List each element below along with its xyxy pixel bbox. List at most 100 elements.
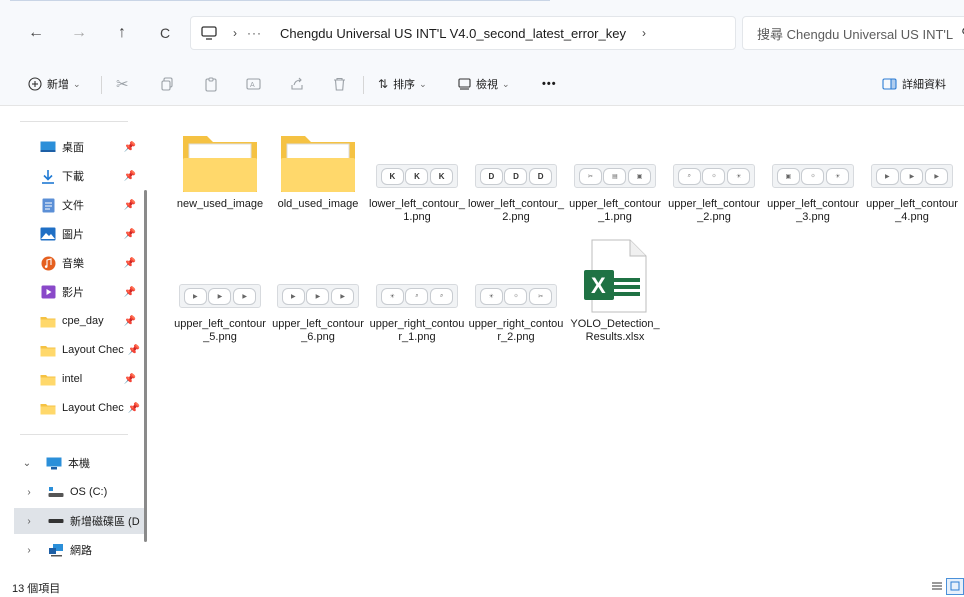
pin-icon[interactable]: 📌 xyxy=(124,258,136,269)
computer-icon xyxy=(46,455,62,471)
file-item-old-used-image[interactable]: K old_used_image xyxy=(270,116,366,236)
pin-icon[interactable]: 📌 xyxy=(124,142,136,153)
details-view-button[interactable] xyxy=(928,578,946,595)
sidebar-scrollbar[interactable] xyxy=(144,190,147,542)
key-cap: ☀ xyxy=(727,167,751,185)
sidebar-item-layout-check-1[interactable]: Layout Chec 📌 xyxy=(14,337,142,363)
cut-button[interactable]: ✂ xyxy=(116,70,134,98)
view-button[interactable]: 檢視 ⌄ xyxy=(458,70,510,98)
pin-icon[interactable]: 📌 xyxy=(124,316,136,327)
folder-icon xyxy=(40,313,56,329)
chevron-right-icon[interactable]: › xyxy=(233,26,237,40)
chevron-down-icon[interactable]: ⌄ xyxy=(20,458,34,469)
plus-circle-icon xyxy=(28,77,42,91)
file-name: upper_left_contour_3.png xyxy=(767,198,859,223)
sidebar-item-downloads[interactable]: 下載 📌 xyxy=(14,163,142,189)
key-cap: ⌕ xyxy=(430,287,454,305)
file-item-lower-left-contour-1[interactable]: K K K lower_left_contour_1.png xyxy=(369,116,465,236)
excel-icon-glyph: X xyxy=(591,273,606,298)
sidebar-item-desktop[interactable]: 桌面 📌 xyxy=(14,134,142,160)
sidebar-item-this-pc[interactable]: ⌄ 本機 xyxy=(14,450,142,476)
forward-button[interactable]: → xyxy=(65,20,93,46)
sidebar-item-music[interactable]: 音樂 📌 xyxy=(14,250,142,276)
file-item-upper-left-contour-1[interactable]: ✂ ▤ ▣ upper_left_contour_1.png xyxy=(567,116,663,236)
up-button[interactable]: ↑ xyxy=(108,20,136,46)
file-item-new-used-image[interactable]: K new_used_image xyxy=(172,116,268,236)
file-item-upper-right-contour-1[interactable]: ☀ ⌕ ⌕ upper_right_contour_1.png xyxy=(369,236,465,356)
sidebar-item-network[interactable]: › 網路 xyxy=(14,537,142,563)
pin-icon[interactable]: 📌 xyxy=(128,403,140,414)
search-input[interactable]: 搜尋 Chengdu Universal US INT'L xyxy=(757,24,953,43)
toolbar-divider xyxy=(363,76,364,94)
file-item-upper-left-contour-6[interactable]: ▶ ▶ ▶ upper_left_contour_6.png xyxy=(270,236,366,356)
pin-icon[interactable]: 📌 xyxy=(128,345,140,356)
file-name: upper_right_contour_2.png xyxy=(468,318,564,343)
sidebar-item-new-volume-d[interactable]: › 新增磁碟區 (D xyxy=(14,508,144,534)
copy-button[interactable] xyxy=(160,70,179,98)
file-item-lower-left-contour-2[interactable]: D D D lower_left_contour_2.png xyxy=(468,116,564,236)
sidebar-item-label: OS (C:) xyxy=(70,486,108,498)
trash-icon xyxy=(333,77,346,91)
sidebar-item-documents[interactable]: 文件 📌 xyxy=(14,192,142,218)
breadcrumb-overflow[interactable]: ··· xyxy=(247,26,262,40)
sidebar-item-cpe-day[interactable]: cpe_day 📌 xyxy=(14,308,142,334)
key-cap: ⌕ xyxy=(677,167,701,185)
file-item-upper-left-contour-2[interactable]: ⌕ ☼ ☀ upper_left_contour_2.png xyxy=(666,116,762,236)
address-bar[interactable]: › ··· Chengdu Universal US INT'L V4.0_se… xyxy=(190,16,736,50)
sidebar-divider xyxy=(20,121,128,122)
sidebar-item-videos[interactable]: 影片 📌 xyxy=(14,279,142,305)
rename-icon: A xyxy=(246,77,262,91)
file-item-upper-left-contour-4[interactable]: ▶ ▶ ▶ upper_left_contour_4.png xyxy=(864,116,960,236)
large-icons-view-button[interactable] xyxy=(946,578,964,595)
delete-button[interactable] xyxy=(333,70,351,98)
back-button[interactable]: ← xyxy=(22,20,50,46)
paste-icon xyxy=(204,77,218,92)
refresh-button[interactable]: C xyxy=(151,20,179,46)
folder-icon xyxy=(40,342,56,358)
chevron-right-icon[interactable]: › xyxy=(22,487,36,498)
key-cap: D xyxy=(479,167,503,185)
breadcrumb-current-folder[interactable]: Chengdu Universal US INT'L V4.0_second_l… xyxy=(280,26,626,41)
sidebar-item-label: 圖片 xyxy=(62,229,84,241)
chevron-down-icon: ⌄ xyxy=(419,78,427,89)
file-item-upper-right-contour-2[interactable]: ☀ ☼ ✂ upper_right_contour_2.png xyxy=(468,236,564,356)
pin-icon[interactable]: 📌 xyxy=(124,229,136,240)
file-item-upper-left-contour-5[interactable]: ▶ ▶ ▶ upper_left_contour_5.png xyxy=(172,236,268,356)
share-button[interactable] xyxy=(290,70,309,98)
folder-icon xyxy=(40,371,56,387)
file-item-yolo-detection-results[interactable]: X YOLO_Detection_Results.xlsx xyxy=(567,236,663,356)
key-cap: ☼ xyxy=(504,287,528,305)
status-bar: 13 個項目 xyxy=(0,576,964,597)
pin-icon[interactable]: 📌 xyxy=(124,171,136,182)
sidebar-item-intel[interactable]: intel 📌 xyxy=(14,366,142,392)
key-cap: ☀ xyxy=(479,287,503,305)
sidebar-item-label: 文件 xyxy=(62,200,84,212)
pin-icon[interactable]: 📌 xyxy=(124,374,136,385)
sort-button[interactable]: ⇅ 排序 ⌄ xyxy=(378,70,427,98)
pin-icon[interactable]: 📌 xyxy=(124,287,136,298)
chevron-right-icon[interactable]: › xyxy=(642,26,646,40)
image-thumbnail: ▣ ☼ ☀ xyxy=(765,116,861,194)
more-options-button[interactable]: ••• xyxy=(542,70,557,98)
chevron-right-icon[interactable]: › xyxy=(22,545,36,556)
item-count: 13 個項目 xyxy=(12,583,61,595)
refresh-icon: C xyxy=(159,25,171,41)
sidebar-item-layout-check-2[interactable]: Layout Chec 📌 xyxy=(14,395,142,421)
details-pane-button[interactable]: 詳細資料 xyxy=(882,70,946,98)
new-button[interactable]: 新增 ⌄ xyxy=(28,70,81,98)
pictures-icon xyxy=(40,226,56,242)
sidebar-item-label: 音樂 xyxy=(62,258,84,270)
key-cap: ▶ xyxy=(281,287,305,305)
key-cap: ☀ xyxy=(380,287,404,305)
file-item-upper-left-contour-3[interactable]: ▣ ☼ ☀ upper_left_contour_3.png xyxy=(765,116,861,236)
chevron-right-icon[interactable]: › xyxy=(22,516,36,527)
key-cap: ▶ xyxy=(925,167,949,185)
key-cap: ▣ xyxy=(776,167,800,185)
paste-button[interactable] xyxy=(204,70,223,98)
sidebar-item-os-c[interactable]: › OS (C:) xyxy=(14,479,142,505)
rename-button[interactable]: A xyxy=(246,70,267,98)
key-cap: D xyxy=(504,167,528,185)
sidebar-item-pictures[interactable]: 圖片 📌 xyxy=(14,221,142,247)
pin-icon[interactable]: 📌 xyxy=(124,200,136,211)
search-box[interactable]: 搜尋 Chengdu Universal US INT'L ⚲ xyxy=(742,16,964,50)
